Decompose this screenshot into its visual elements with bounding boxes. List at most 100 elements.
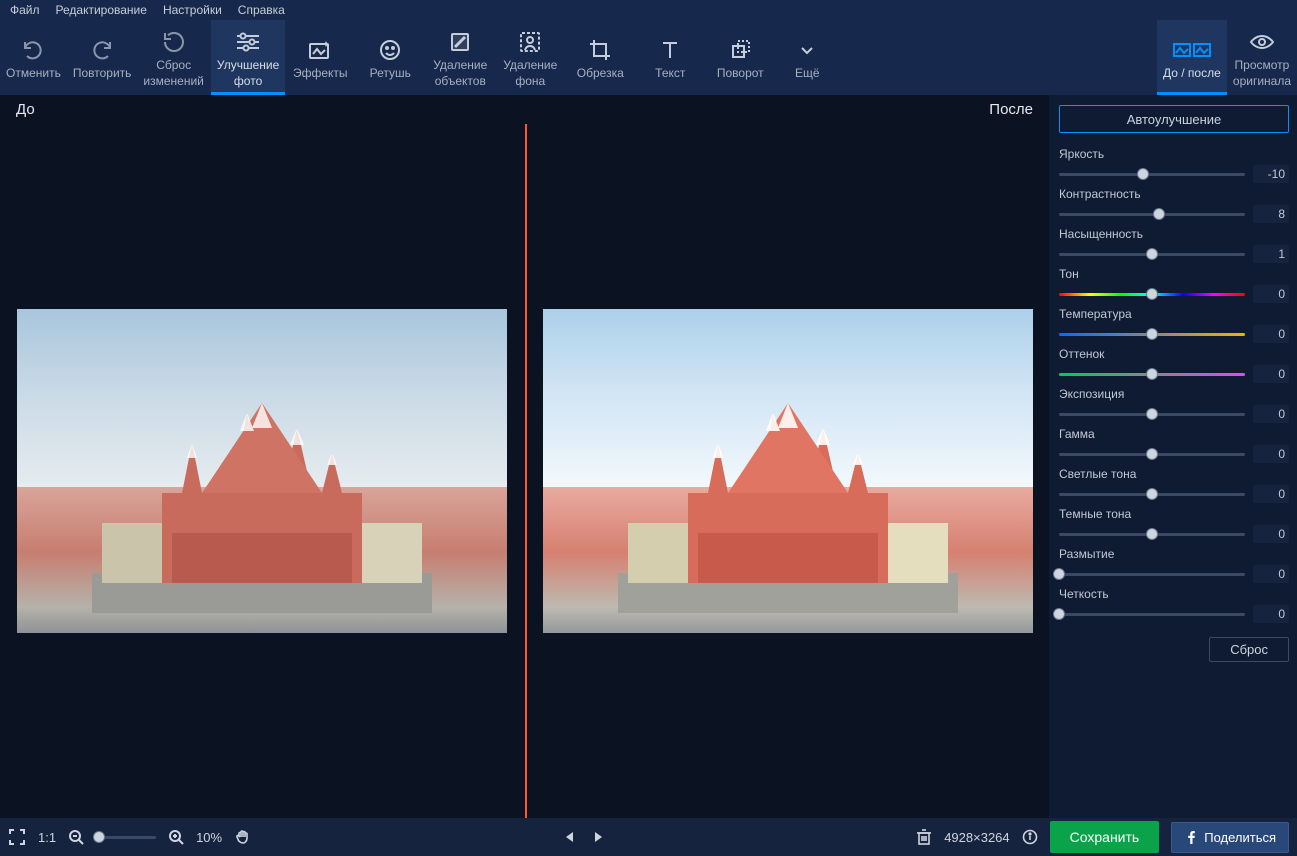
enhance-button[interactable]: Улучшение фото xyxy=(211,20,285,95)
retouch-label: Ретушь xyxy=(370,66,411,80)
slider-value[interactable]: 0 xyxy=(1253,285,1289,303)
slider-thumb[interactable] xyxy=(1146,368,1158,380)
slider-track[interactable] xyxy=(1059,573,1245,576)
slider-value[interactable]: -10 xyxy=(1253,165,1289,183)
next-photo-button[interactable] xyxy=(591,830,605,844)
slider-label: Четкость xyxy=(1059,587,1289,601)
reset-changes-label-1: Сброс xyxy=(156,58,191,72)
redo-button[interactable]: Повторить xyxy=(67,20,138,95)
crop-button[interactable]: Обрезка xyxy=(565,20,635,95)
slider-track[interactable] xyxy=(1059,213,1245,216)
slider-track[interactable] xyxy=(1059,453,1245,456)
slider-track[interactable] xyxy=(1059,493,1245,496)
canvas-content[interactable] xyxy=(0,124,1049,818)
text-button[interactable]: Текст xyxy=(635,20,705,95)
facebook-icon xyxy=(1184,830,1198,844)
reset-changes-label-2: изменений xyxy=(143,74,203,88)
slider-value[interactable]: 0 xyxy=(1253,565,1289,583)
zoom-in-button[interactable] xyxy=(168,829,184,845)
slider-label: Размытие xyxy=(1059,547,1289,561)
remove-objects-button[interactable]: Удаление объектов xyxy=(425,20,495,95)
slider-value[interactable]: 0 xyxy=(1253,485,1289,503)
slider-thumb[interactable] xyxy=(1053,608,1065,620)
info-button[interactable] xyxy=(1022,829,1038,845)
fullscreen-button[interactable] xyxy=(8,828,26,846)
zoom-percent: 10% xyxy=(196,830,222,845)
slider-thumb[interactable] xyxy=(1137,168,1149,180)
share-button[interactable]: Поделиться xyxy=(1171,822,1289,853)
crop-icon xyxy=(588,36,612,64)
slider-track[interactable] xyxy=(1059,173,1245,176)
zoom-out-button[interactable] xyxy=(68,829,84,845)
slider-row: Тон0 xyxy=(1059,267,1289,303)
slider-row: Температура 0 xyxy=(1059,307,1289,343)
slider-thumb[interactable] xyxy=(1146,328,1158,340)
slider-track[interactable] xyxy=(1059,413,1245,416)
slider-thumb[interactable] xyxy=(1146,288,1158,300)
menu-edit[interactable]: Редактирование xyxy=(56,3,147,17)
remove-objects-label-2: объектов xyxy=(435,74,486,88)
view-original-button[interactable]: Просмотр оригинала xyxy=(1227,20,1297,95)
slider-track[interactable] xyxy=(1059,613,1245,616)
comparison-divider[interactable] xyxy=(525,124,527,818)
sliders-icon xyxy=(235,28,261,56)
delete-button[interactable] xyxy=(916,828,932,846)
slider-track[interactable] xyxy=(1059,373,1245,376)
slider-label: Температура xyxy=(1059,307,1289,321)
rotate-icon xyxy=(728,36,752,64)
building-illustration xyxy=(618,373,958,613)
prev-photo-button[interactable] xyxy=(563,830,577,844)
slider-value[interactable]: 8 xyxy=(1253,205,1289,223)
slider-thumb[interactable] xyxy=(1146,528,1158,540)
rotate-button[interactable]: Поворот xyxy=(705,20,775,95)
before-label: До xyxy=(16,101,35,118)
slider-thumb[interactable] xyxy=(1053,568,1065,580)
reset-button[interactable]: Сброс xyxy=(1209,637,1289,662)
slider-track[interactable] xyxy=(1059,533,1245,536)
menu-file[interactable]: Файл xyxy=(10,3,40,17)
slider-label: Насыщенность xyxy=(1059,227,1289,241)
slider-thumb[interactable] xyxy=(1146,248,1158,260)
slider-value[interactable]: 0 xyxy=(1253,325,1289,343)
image-before xyxy=(17,309,507,633)
menu-help[interactable]: Справка xyxy=(238,3,285,17)
remove-bg-button[interactable]: Удаление фона xyxy=(495,20,565,95)
slider-thumb[interactable] xyxy=(1146,408,1158,420)
slider-value[interactable]: 0 xyxy=(1253,365,1289,383)
auto-enhance-button[interactable]: Автоулучшение xyxy=(1059,105,1289,133)
effects-label: Эффекты xyxy=(293,66,348,80)
slider-label: Темные тона xyxy=(1059,507,1289,521)
slider-thumb[interactable] xyxy=(1146,448,1158,460)
slider-label: Контрастность xyxy=(1059,187,1289,201)
effects-button[interactable]: Эффекты xyxy=(285,20,355,95)
slider-value[interactable]: 0 xyxy=(1253,405,1289,423)
slider-track[interactable] xyxy=(1059,293,1245,296)
more-button[interactable]: Ещё xyxy=(775,20,839,95)
menu-settings[interactable]: Настройки xyxy=(163,3,222,17)
before-after-button[interactable]: До / после xyxy=(1157,20,1227,95)
pan-button[interactable] xyxy=(234,828,252,846)
slider-track[interactable] xyxy=(1059,253,1245,256)
reset-changes-button[interactable]: Сброс изменений xyxy=(137,20,209,95)
remove-bg-label-2: фона xyxy=(515,74,545,88)
slider-value[interactable]: 0 xyxy=(1253,445,1289,463)
slider-row: Размытие 0 xyxy=(1059,547,1289,583)
slider-value[interactable]: 1 xyxy=(1253,245,1289,263)
toolbar: Отменить Повторить Сброс изменений Улучш… xyxy=(0,20,1297,95)
retouch-button[interactable]: Ретушь xyxy=(355,20,425,95)
slider-row: Светлые тона0 xyxy=(1059,467,1289,503)
slider-value[interactable]: 0 xyxy=(1253,605,1289,623)
fit-button[interactable]: 1:1 xyxy=(38,830,56,845)
zoom-slider[interactable] xyxy=(96,836,156,839)
slider-value[interactable]: 0 xyxy=(1253,525,1289,543)
save-button[interactable]: Сохранить xyxy=(1050,821,1160,853)
slider-thumb[interactable] xyxy=(1146,488,1158,500)
view-original-label-2: оригинала xyxy=(1233,74,1291,88)
menu-bar: Файл Редактирование Настройки Справка xyxy=(0,0,1297,20)
slider-thumb[interactable] xyxy=(1153,208,1165,220)
text-icon xyxy=(658,36,682,64)
slider-row: Яркость-10 xyxy=(1059,147,1289,183)
slider-track[interactable] xyxy=(1059,333,1245,336)
reset-changes-icon xyxy=(162,28,186,56)
undo-button[interactable]: Отменить xyxy=(0,20,67,95)
